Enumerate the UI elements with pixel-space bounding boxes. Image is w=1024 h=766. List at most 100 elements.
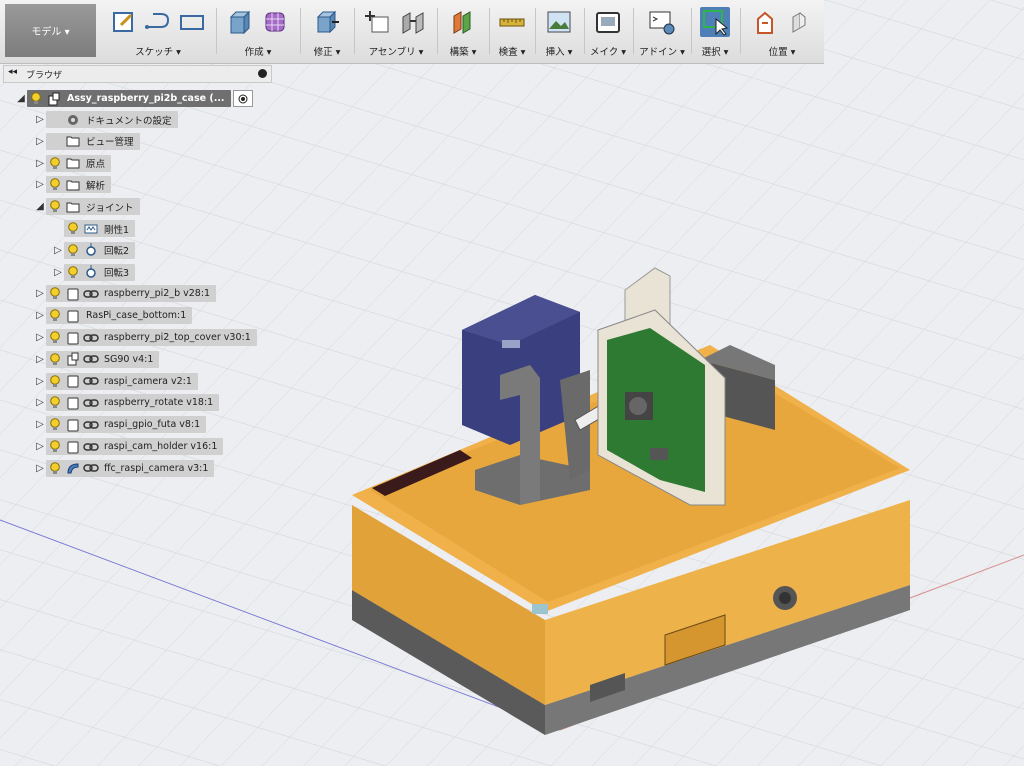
browser-tree-row[interactable]: ▷ raspi_gpio_futa v8:1 — [34, 416, 207, 434]
expand-arrow-icon[interactable]: ▷ — [34, 136, 46, 147]
browser-tree-row[interactable]: ▷ 回転3 — [52, 263, 136, 281]
joint-icon[interactable] — [398, 7, 428, 37]
expand-arrow-icon[interactable]: ▷ — [34, 354, 46, 365]
workspace-mode-button[interactable]: モデル ▾ — [5, 4, 96, 57]
expand-arrow-icon[interactable]: ▷ — [34, 288, 46, 299]
select-group[interactable]: 選択 ▾ — [694, 4, 736, 58]
tree-node[interactable]: RasPi_case_bottom:1 — [46, 307, 193, 325]
expand-arrow-icon[interactable]: ▷ — [34, 179, 46, 190]
expand-arrow-icon[interactable]: ▷ — [34, 441, 46, 452]
tree-node[interactable]: raspberry_rotate v18:1 — [46, 394, 220, 412]
scripts-addins-icon[interactable] — [647, 7, 677, 37]
expand-arrow-icon[interactable]: ◢ — [34, 201, 46, 212]
tree-node[interactable]: 原点 — [46, 154, 112, 172]
minimize-browser-icon[interactable] — [258, 69, 267, 78]
press-pull-icon[interactable] — [312, 7, 342, 37]
expand-arrow-icon[interactable]: ▷ — [34, 419, 46, 430]
visibility-bulb-icon[interactable] — [46, 308, 64, 323]
insert-image-icon[interactable] — [544, 7, 574, 37]
tree-node[interactable]: 回転3 — [64, 263, 136, 281]
offset-plane-icon[interactable] — [448, 7, 478, 37]
expand-arrow-icon[interactable]: ▷ — [34, 463, 46, 474]
browser-tree-row[interactable]: ▷ ドキュメントの設定 — [34, 111, 178, 128]
expand-arrow-icon[interactable]: ▷ — [52, 267, 64, 278]
tree-node[interactable]: 回転2 — [64, 241, 136, 259]
measure-icon[interactable] — [497, 7, 527, 37]
visibility-bulb-icon[interactable] — [46, 177, 64, 192]
visibility-bulb-icon[interactable] — [64, 265, 82, 280]
tree-node[interactable]: ジョイント — [46, 198, 140, 216]
collapse-browser-button[interactable]: ◂◂ — [8, 67, 17, 77]
select-tool-icon[interactable] — [700, 7, 730, 37]
browser-tree-row[interactable]: ▷ 原点 — [34, 154, 112, 172]
modify-group[interactable]: 修正 ▾ — [304, 4, 350, 58]
browser-tree-row[interactable]: ▷ raspberry_pi2_top_cover v30:1 — [34, 329, 257, 346]
sketch-group[interactable]: スケッチ ▾ — [103, 4, 213, 58]
extrude-icon[interactable] — [226, 7, 256, 37]
browser-tree-row[interactable]: ▷ raspberry_rotate v18:1 — [34, 394, 220, 412]
visibility-bulb-icon[interactable] — [46, 286, 64, 301]
browser-root-row[interactable]: ◢ Assy_raspberry_pi2b_case (... — [15, 90, 253, 107]
3d-print-icon[interactable] — [593, 7, 623, 37]
tree-node[interactable]: SG90 v4:1 — [46, 350, 160, 368]
visibility-bulb-icon[interactable] — [27, 91, 45, 106]
visibility-bulb-icon[interactable] — [46, 395, 64, 410]
visibility-bulb-icon[interactable] — [64, 221, 82, 236]
inspect-group[interactable]: 検査 ▾ — [492, 4, 532, 58]
browser-tree-row[interactable]: ▷ SG90 v4:1 — [34, 350, 160, 368]
position-group[interactable]: 位置 ▾ — [743, 4, 821, 58]
visibility-bulb-icon[interactable] — [46, 112, 64, 127]
line-tool-icon[interactable] — [143, 7, 173, 37]
insert-group[interactable]: 挿入 ▾ — [538, 4, 580, 58]
tree-node[interactable]: ビュー管理 — [46, 132, 140, 150]
expand-arrow-icon[interactable]: ▷ — [34, 397, 46, 408]
visibility-bulb-icon[interactable] — [46, 374, 64, 389]
tree-node[interactable]: 解析 — [46, 176, 112, 194]
browser-tree-row[interactable]: ▷ raspberry_pi2_b v28:1 — [34, 285, 217, 303]
browser-tree-row[interactable]: ▷ RasPi_case_bottom:1 — [34, 307, 193, 325]
visibility-bulb-icon[interactable] — [46, 461, 64, 476]
browser-tree-row[interactable]: ◢ ジョイント — [34, 198, 140, 216]
make-group[interactable]: メイク ▾ — [587, 4, 629, 58]
visibility-bulb-icon[interactable] — [46, 156, 64, 171]
expand-arrow-icon[interactable]: ▷ — [34, 332, 46, 343]
revert-position-icon[interactable] — [784, 7, 814, 37]
expand-arrow-icon[interactable]: ▷ — [34, 376, 46, 387]
browser-tree-row[interactable]: ▷ 解析 — [34, 176, 112, 194]
tree-node[interactable]: ドキュメントの設定 — [46, 111, 178, 128]
browser-tree-row[interactable]: ▷ raspi_camera v2:1 — [34, 372, 198, 390]
browser-tree-row[interactable]: ▷ raspi_cam_holder v16:1 — [34, 438, 224, 455]
tree-node[interactable]: raspi_cam_holder v16:1 — [46, 438, 224, 455]
tree-node[interactable]: raspi_gpio_futa v8:1 — [46, 416, 207, 434]
browser-tree-row[interactable]: ▷ ビュー管理 — [34, 132, 140, 150]
expand-arrow-icon[interactable]: ▷ — [52, 245, 64, 256]
visibility-bulb-icon[interactable] — [46, 352, 64, 367]
tree-node[interactable]: raspberry_pi2_top_cover v30:1 — [46, 329, 257, 346]
create-group[interactable]: 作成 ▾ — [220, 4, 296, 58]
visibility-bulb-icon[interactable] — [46, 439, 64, 454]
construct-group[interactable]: 構築 ▾ — [440, 4, 486, 58]
assemble-group[interactable]: アセンブリ ▾ — [358, 4, 434, 58]
tree-node[interactable]: raspberry_pi2_b v28:1 — [46, 285, 217, 303]
browser-tree-row[interactable]: ▷ ffc_raspi_camera v3:1 — [34, 459, 215, 477]
browser-tree-row[interactable]: ▷ 回転2 — [52, 241, 136, 259]
visibility-bulb-icon[interactable] — [46, 134, 64, 149]
create-sketch-icon[interactable] — [109, 7, 139, 37]
visibility-bulb-icon[interactable] — [46, 199, 64, 214]
activate-radio-icon[interactable] — [232, 90, 253, 107]
rectangle-tool-icon[interactable] — [177, 7, 207, 37]
tree-node[interactable]: raspi_camera v2:1 — [46, 372, 198, 390]
tree-node[interactable]: 剛性1 — [64, 220, 136, 237]
browser-tree-row[interactable]: 剛性1 — [52, 220, 136, 237]
expand-arrow-icon[interactable]: ▷ — [34, 114, 46, 125]
new-component-icon[interactable] — [364, 7, 394, 37]
expand-arrow-icon[interactable]: ▷ — [34, 310, 46, 321]
expand-arrow-icon[interactable]: ▷ — [34, 158, 46, 169]
visibility-bulb-icon[interactable] — [64, 243, 82, 258]
form-grid-icon[interactable] — [260, 7, 290, 37]
collapse-arrow-icon[interactable]: ◢ — [15, 93, 27, 104]
visibility-bulb-icon[interactable] — [46, 330, 64, 345]
tree-node[interactable]: ffc_raspi_camera v3:1 — [46, 459, 215, 477]
visibility-bulb-icon[interactable] — [46, 417, 64, 432]
capture-position-icon[interactable] — [750, 7, 780, 37]
